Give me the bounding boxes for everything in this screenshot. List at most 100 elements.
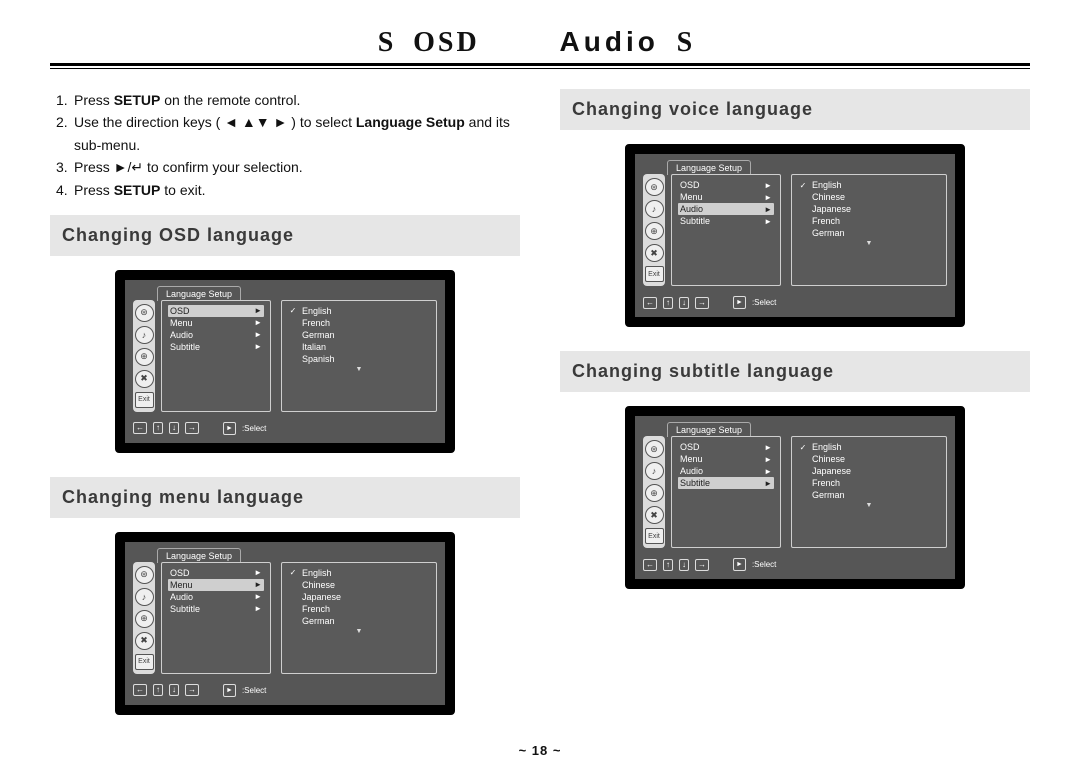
screen-voice: Language Setup⊛♪⊕✖ExitOSD►Menu►Audio►Sub… — [635, 154, 955, 317]
submenu-item-menu: Menu► — [168, 579, 264, 591]
submenu-item-label: OSD — [170, 306, 190, 316]
language-option-label: German — [302, 616, 335, 626]
nav-arrow-right-icon: → — [185, 422, 199, 434]
exit-setup-icon: Exit — [645, 528, 664, 544]
page-number: ~ 18 ~ — [50, 743, 1030, 758]
language-option-label: German — [302, 330, 335, 340]
tv-screenshot-osd: Language Setup⊛♪⊕✖ExitOSD►Menu►Audio►Sub… — [115, 270, 455, 453]
tools-setup-icon: ✖ — [645, 506, 664, 524]
nav-arrow-up-icon: ↑ — [663, 297, 673, 309]
nav-arrow-left-icon: ← — [133, 422, 147, 434]
chevron-right-icon: ► — [764, 467, 772, 476]
chevron-right-icon: ► — [764, 205, 772, 214]
screen-footer: ←↑↓→:Select — [133, 422, 437, 435]
submenu-item-label: Audio — [680, 466, 703, 476]
nav-arrow-left-icon: ← — [643, 559, 657, 571]
submenu-item-label: Menu — [680, 454, 703, 464]
screen-menu: Language Setup⊛♪⊕✖ExitOSD►Menu►Audio►Sub… — [125, 542, 445, 705]
screen-footer: ←↑↓→:Select — [643, 558, 947, 571]
chevron-right-icon: ► — [764, 479, 772, 488]
screen-footer: ←↑↓→:Select — [643, 296, 947, 309]
panels: ⊛♪⊕✖ExitOSD►Menu►Audio►Subtitle►✓English… — [133, 300, 437, 412]
panels: ⊛♪⊕✖ExitOSD►Menu►Audio►Subtitle►✓English… — [643, 436, 947, 548]
language-option-french: French — [798, 477, 940, 489]
audio-setup-icon: ♪ — [645, 462, 664, 480]
setup-sidebar: ⊛♪⊕✖Exit — [133, 300, 155, 412]
chevron-right-icon: ► — [764, 443, 772, 452]
panels: ⊛♪⊕✖ExitOSD►Menu►Audio►Subtitle►✓English… — [643, 174, 947, 286]
exit-setup-icon: Exit — [135, 392, 154, 408]
language-setup-icon: ⊕ — [135, 348, 154, 366]
tv-screenshot-voice: Language Setup⊛♪⊕✖ExitOSD►Menu►Audio►Sub… — [625, 144, 965, 327]
chevron-right-icon: ► — [254, 330, 262, 339]
nav-arrow-left-icon: ← — [133, 684, 147, 696]
audio-setup-icon: ♪ — [135, 326, 154, 344]
heading-subtitle-language: Changing subtitle language — [560, 351, 1030, 392]
language-option-label: German — [812, 490, 845, 500]
tv-screenshot-subtitle: Language Setup⊛♪⊕✖ExitOSD►Menu►Audio►Sub… — [625, 406, 965, 589]
general-setup-icon: ⊛ — [645, 178, 664, 196]
title-s2: S — [677, 27, 695, 58]
language-option-german: German — [798, 489, 940, 501]
language-option-label: Japanese — [302, 592, 341, 602]
setup-sidebar: ⊛♪⊕✖Exit — [133, 562, 155, 674]
submenu-item-osd: OSD► — [678, 179, 774, 191]
audio-setup-icon: ♪ — [135, 588, 154, 606]
menu-tab-label: Language Setup — [667, 160, 751, 175]
submenu-item-subtitle: Subtitle► — [168, 603, 264, 615]
submenu-item-menu: Menu► — [168, 317, 264, 329]
check-icon: ✓ — [288, 568, 298, 577]
check-icon: ✓ — [798, 443, 808, 452]
play-icon — [223, 684, 236, 697]
chevron-right-icon: ► — [254, 306, 262, 315]
submenu-item-label: Audio — [170, 330, 193, 340]
submenu-item-label: Subtitle — [680, 478, 710, 488]
play-icon — [733, 296, 746, 309]
language-setup-icon: ⊕ — [135, 610, 154, 628]
left-column: 1. Press SETUP on the remote control. 2.… — [50, 89, 520, 739]
chevron-right-icon: ► — [254, 604, 262, 613]
nav-arrow-down-icon: ↓ — [169, 684, 179, 696]
language-option-chinese: Chinese — [798, 453, 940, 465]
submenu-list: OSD►Menu►Audio►Subtitle► — [671, 436, 781, 548]
submenu-item-audio: Audio ► — [168, 329, 264, 341]
language-option-italian: Italian — [288, 341, 430, 353]
chevron-right-icon: ► — [254, 580, 262, 589]
play-icon — [733, 558, 746, 571]
screen-osd: Language Setup⊛♪⊕✖ExitOSD►Menu►Audio►Sub… — [125, 280, 445, 443]
language-option-label: Japanese — [812, 466, 851, 476]
submenu-item-label: Subtitle — [170, 342, 200, 352]
select-label: :Select — [242, 424, 266, 433]
nav-arrow-down-icon: ↓ — [679, 559, 689, 571]
tools-setup-icon: ✖ — [645, 244, 664, 262]
general-setup-icon: ⊛ — [135, 304, 154, 322]
language-option-english: ✓English — [798, 441, 940, 453]
nav-arrow-right-icon: → — [185, 684, 199, 696]
more-options-icon: ▼ — [798, 239, 940, 248]
submenu-item-label: Audio — [680, 204, 703, 214]
language-option-label: Italian — [302, 342, 326, 352]
more-options-icon: ▼ — [288, 365, 430, 374]
step-3: 3. Press ►/↵ to confirm your selection. — [56, 156, 520, 178]
submenu-list: OSD►Menu►Audio►Subtitle► — [161, 300, 271, 412]
page-title: S OSD Audio S — [378, 26, 702, 59]
submenu-item-osd: OSD ► — [168, 305, 264, 317]
language-option-label: English — [812, 180, 842, 190]
page-title-wrap: S OSD Audio S — [50, 26, 1030, 59]
menu-tab-label: Language Setup — [157, 548, 241, 563]
step-2: 2. Use the direction keys ( ◄ ▲▼ ► ) to … — [56, 111, 520, 156]
language-setup-icon: ⊕ — [645, 222, 664, 240]
manual-page: S OSD Audio S 1. Press SETUP on the remo… — [0, 0, 1080, 768]
general-setup-icon: ⊛ — [135, 566, 154, 584]
nav-arrow-left-icon: ← — [643, 297, 657, 309]
submenu-item-audio: Audio ► — [678, 465, 774, 477]
chevron-right-icon: ► — [764, 193, 772, 202]
chevron-right-icon: ► — [764, 181, 772, 190]
language-options: ✓EnglishChineseJapaneseFrenchGerman▼ — [281, 562, 437, 674]
tv-screenshot-menu: Language Setup⊛♪⊕✖ExitOSD►Menu►Audio►Sub… — [115, 532, 455, 715]
chevron-right-icon: ► — [254, 568, 262, 577]
language-option-label: Japanese — [812, 204, 851, 214]
language-option-label: French — [812, 216, 840, 226]
language-option-label: English — [302, 306, 332, 316]
two-column-layout: 1. Press SETUP on the remote control. 2.… — [50, 89, 1030, 739]
